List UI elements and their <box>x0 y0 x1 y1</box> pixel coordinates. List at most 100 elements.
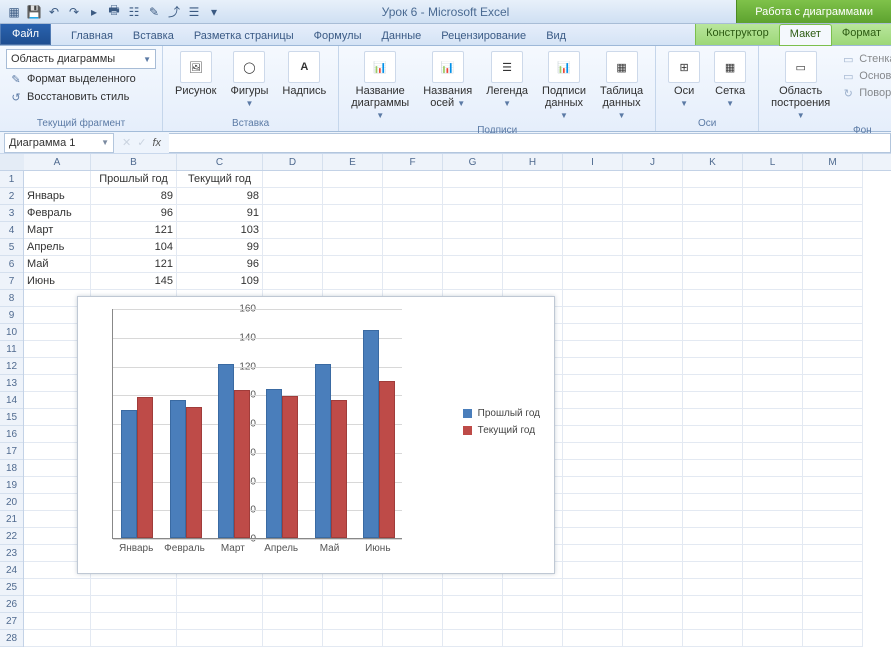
cell[interactable] <box>683 613 743 630</box>
cell[interactable] <box>323 579 383 596</box>
cell[interactable] <box>623 596 683 613</box>
cell[interactable] <box>623 205 683 222</box>
cell[interactable] <box>443 222 503 239</box>
cell[interactable] <box>503 205 563 222</box>
cell[interactable] <box>563 409 623 426</box>
cell[interactable] <box>443 596 503 613</box>
chart-element-combo[interactable]: Область диаграммы ▼ <box>6 49 156 69</box>
cell[interactable] <box>503 630 563 647</box>
cell[interactable] <box>443 613 503 630</box>
row-header[interactable]: 14 <box>0 392 23 409</box>
cell[interactable] <box>803 188 863 205</box>
cell[interactable] <box>623 562 683 579</box>
row-header[interactable]: 9 <box>0 307 23 324</box>
bar[interactable] <box>186 407 202 538</box>
cell[interactable] <box>623 545 683 562</box>
cell[interactable] <box>563 307 623 324</box>
plot-area[interactable] <box>112 309 402 539</box>
row-header[interactable]: 13 <box>0 375 23 392</box>
row-header[interactable]: 3 <box>0 205 23 222</box>
undo-icon[interactable]: ↶ <box>46 4 62 20</box>
cell[interactable] <box>683 477 743 494</box>
row-header[interactable]: 18 <box>0 460 23 477</box>
cell[interactable] <box>623 290 683 307</box>
cell[interactable] <box>24 596 91 613</box>
cell[interactable] <box>803 443 863 460</box>
tab-Главная[interactable]: Главная <box>61 27 123 45</box>
cell[interactable] <box>743 409 803 426</box>
fx-icon[interactable]: fx <box>152 137 161 149</box>
cell[interactable]: Июнь <box>24 273 91 290</box>
cell[interactable] <box>743 341 803 358</box>
cell[interactable]: 103 <box>177 222 263 239</box>
save-icon[interactable]: 💾 <box>26 4 42 20</box>
redo-icon[interactable]: ↷ <box>66 4 82 20</box>
cell[interactable] <box>383 613 443 630</box>
cell[interactable] <box>563 171 623 188</box>
col-header[interactable]: A <box>24 154 91 170</box>
cell[interactable] <box>443 188 503 205</box>
cell[interactable] <box>743 494 803 511</box>
cell[interactable]: 96 <box>91 205 177 222</box>
cell[interactable] <box>383 256 443 273</box>
row-header[interactable]: 10 <box>0 324 23 341</box>
cell[interactable] <box>563 290 623 307</box>
cell[interactable] <box>623 188 683 205</box>
cell[interactable]: 145 <box>91 273 177 290</box>
cell[interactable] <box>623 579 683 596</box>
cell[interactable] <box>443 171 503 188</box>
cell[interactable] <box>743 358 803 375</box>
reset-style-button[interactable]: ↺Восстановить стиль <box>6 89 132 105</box>
cell[interactable] <box>743 596 803 613</box>
cell[interactable] <box>623 426 683 443</box>
cell[interactable] <box>563 443 623 460</box>
tab-Разметка страницы[interactable]: Разметка страницы <box>184 27 304 45</box>
cell[interactable] <box>263 239 323 256</box>
cell[interactable] <box>443 256 503 273</box>
axis-titles-button[interactable]: 📊Названия осей ▼ <box>417 49 478 112</box>
cell[interactable] <box>383 630 443 647</box>
cell[interactable] <box>683 460 743 477</box>
col-header[interactable]: K <box>683 154 743 170</box>
cell[interactable] <box>623 358 683 375</box>
tab-Формулы[interactable]: Формулы <box>304 27 372 45</box>
bar[interactable] <box>121 410 137 538</box>
cell[interactable] <box>177 630 263 647</box>
enter-icon[interactable]: ✓ <box>137 136 146 149</box>
cell[interactable] <box>563 341 623 358</box>
cell[interactable] <box>683 273 743 290</box>
select-all[interactable] <box>0 154 24 171</box>
cell[interactable] <box>623 528 683 545</box>
row-header[interactable]: 5 <box>0 239 23 256</box>
row-header[interactable]: 22 <box>0 528 23 545</box>
row-header[interactable]: 7 <box>0 273 23 290</box>
row-header[interactable]: 17 <box>0 443 23 460</box>
cell[interactable] <box>563 392 623 409</box>
tab-Конструктор[interactable]: Конструктор <box>696 24 779 45</box>
row-header[interactable]: 23 <box>0 545 23 562</box>
cell[interactable] <box>683 545 743 562</box>
cell[interactable] <box>563 579 623 596</box>
cell[interactable] <box>443 579 503 596</box>
cell[interactable] <box>263 613 323 630</box>
cell[interactable] <box>683 562 743 579</box>
tab-file[interactable]: Файл <box>0 23 51 45</box>
cell[interactable] <box>563 205 623 222</box>
cell[interactable] <box>503 222 563 239</box>
row-header[interactable]: 25 <box>0 579 23 596</box>
cell[interactable] <box>177 579 263 596</box>
cell[interactable] <box>563 596 623 613</box>
tab-Данные[interactable]: Данные <box>371 27 431 45</box>
tab-Вставка[interactable]: Вставка <box>123 27 184 45</box>
cell[interactable] <box>623 375 683 392</box>
cell[interactable]: Текущий год <box>177 171 263 188</box>
cell[interactable]: Май <box>24 256 91 273</box>
row-header[interactable]: 27 <box>0 613 23 630</box>
cell[interactable] <box>743 460 803 477</box>
cell[interactable] <box>263 273 323 290</box>
row-header[interactable]: 21 <box>0 511 23 528</box>
row-header[interactable]: 19 <box>0 477 23 494</box>
cell[interactable] <box>803 205 863 222</box>
cell[interactable] <box>323 256 383 273</box>
col-header[interactable]: J <box>623 154 683 170</box>
